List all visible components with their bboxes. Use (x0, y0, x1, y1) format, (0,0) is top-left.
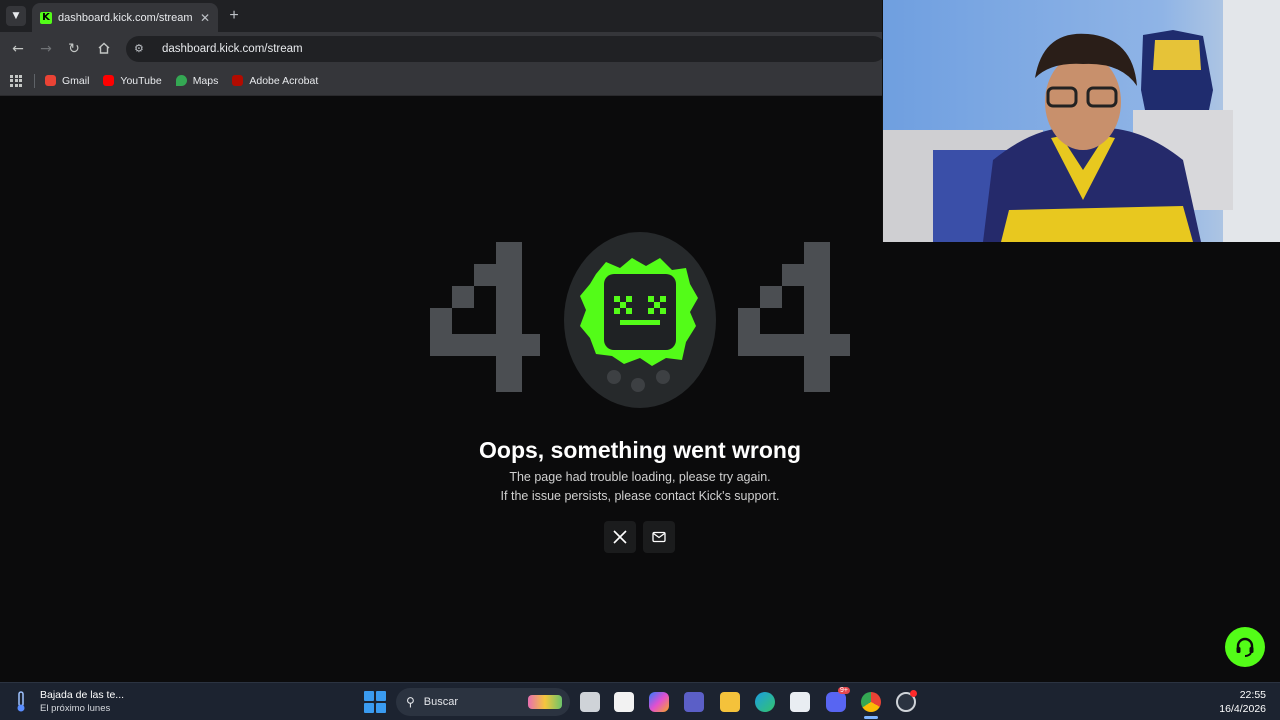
task-view-icon[interactable] (580, 692, 600, 712)
weather-widget-title[interactable]: Bajada de las te... (40, 689, 124, 701)
copilot-icon[interactable] (649, 692, 669, 712)
x-twitter-button[interactable] (604, 521, 636, 553)
digit-four-right (738, 242, 850, 392)
clock-date[interactable]: 16/4/2026 (1200, 703, 1266, 715)
taskbar-search[interactable]: ⚲ Buscar (396, 688, 570, 716)
teams-icon[interactable] (684, 692, 704, 712)
bookmark-label: YouTube (120, 74, 162, 87)
windows-taskbar: Bajada de las te... El próximo lunes ⚲ B… (0, 682, 1280, 720)
youtube-icon (103, 75, 115, 86)
capcut-icon[interactable] (614, 692, 634, 712)
webcam-feed-image (883, 0, 1280, 242)
bookmark-gmail[interactable]: Gmail (45, 75, 89, 87)
adobe-acrobat-icon (232, 75, 244, 86)
bookmark-label: Maps (192, 74, 219, 87)
error-404-illustration (430, 232, 850, 408)
email-support-button[interactable] (643, 521, 675, 553)
tab-search-button[interactable]: ▼ (6, 6, 26, 26)
maps-icon (175, 75, 187, 86)
x-logo-icon (613, 530, 627, 544)
home-icon[interactable] (96, 41, 112, 57)
search-icon: ⚲ (406, 695, 415, 709)
bookmark-label: Adobe Acrobat (249, 74, 319, 87)
clock-time[interactable]: 22:55 (1200, 689, 1266, 701)
kick-favicon-icon: K (40, 11, 52, 24)
bookmarks-separator (34, 73, 35, 88)
close-tab-icon[interactable]: ✕ (200, 11, 210, 25)
weather-widget-subtitle: El próximo lunes (40, 703, 111, 714)
address-bar[interactable]: ⚙ dashboard.kick.com/stream (126, 36, 886, 62)
gmail-icon (45, 75, 56, 86)
thermometer-weather-icon[interactable] (14, 691, 28, 713)
discord-icon[interactable]: 9+ (826, 687, 850, 712)
edge-icon[interactable] (755, 692, 775, 712)
address-text: dashboard.kick.com/stream (162, 43, 303, 55)
taskbar-search-label: Buscar (423, 696, 459, 708)
search-highlight-icon (528, 695, 562, 709)
chrome-icon[interactable] (861, 692, 881, 712)
error-title: Oops, something went wrong (479, 437, 801, 463)
error-message-line-1: The page had trouble loading, please try… (509, 470, 771, 484)
headset-support-icon (1236, 637, 1254, 657)
file-explorer-icon[interactable] (720, 692, 740, 712)
bookmark-adobe-acrobat[interactable]: Adobe Acrobat (232, 75, 318, 87)
support-chat-button[interactable] (1225, 627, 1265, 667)
new-tab-button[interactable]: + (226, 6, 242, 26)
site-info-icon[interactable]: ⚙ (134, 42, 148, 56)
microsoft-store-icon[interactable] (790, 692, 810, 712)
apps-grid-icon[interactable] (10, 74, 22, 87)
bookmark-maps[interactable]: Maps (175, 74, 219, 87)
recording-dot (910, 690, 917, 697)
obs-record-icon[interactable] (896, 690, 917, 712)
mail-icon (652, 531, 666, 543)
bookmark-label: Gmail (62, 74, 90, 87)
bookmark-youtube[interactable]: YouTube (103, 74, 162, 87)
discord-notification-badge: 9+ (838, 687, 850, 694)
back-arrow-icon[interactable]: ← (10, 41, 26, 57)
windows-start-icon[interactable] (364, 691, 386, 713)
forward-arrow-icon[interactable]: → (38, 41, 54, 57)
active-app-indicator (864, 716, 878, 719)
chevron-down-icon: ▼ (12, 11, 20, 21)
error-message-line-2: If the issue persists, please contact Ki… (500, 489, 780, 503)
digit-four-left (430, 242, 540, 392)
reload-icon[interactable]: ↻ (66, 41, 82, 57)
webcam-overlay (882, 0, 1280, 242)
browser-tab[interactable]: K dashboard.kick.com/stream ✕ (32, 3, 218, 32)
tab-title: dashboard.kick.com/stream (58, 11, 193, 24)
tamagotchi-device (564, 232, 716, 408)
